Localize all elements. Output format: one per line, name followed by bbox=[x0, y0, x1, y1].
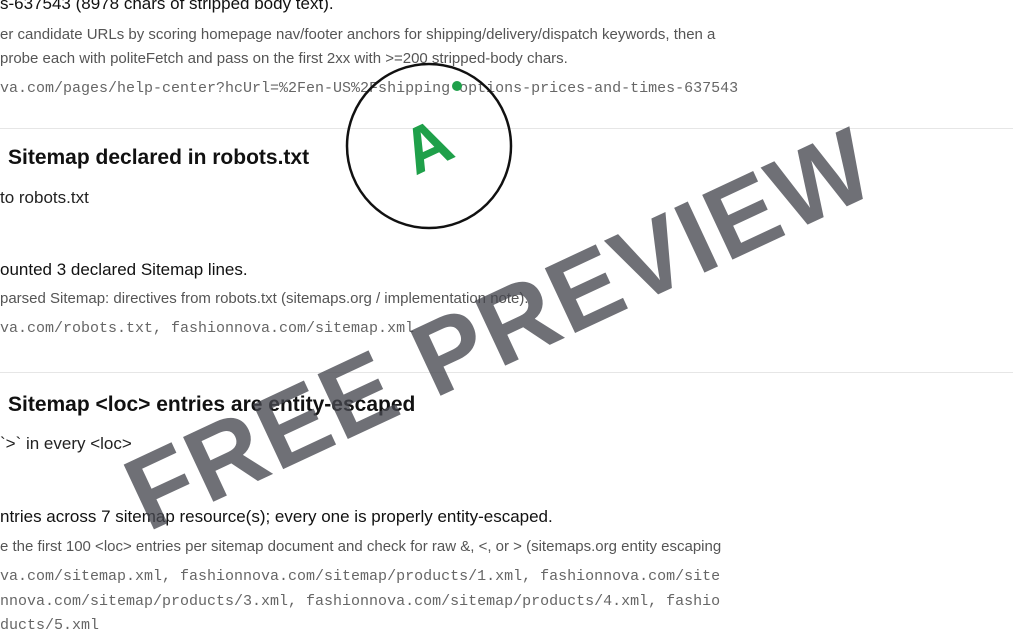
check-note-sitemap-escaped: e the first 100 <loc> entries per sitema… bbox=[0, 538, 722, 555]
check-subtitle-sitemap-robots: to robots.txt bbox=[0, 188, 89, 207]
check-evidence-sitemap-escaped-line3[interactable]: ducts/5.xml bbox=[0, 617, 99, 634]
check-title-sitemap-escaped: Sitemap <loc> entries are entity-escaped bbox=[8, 393, 416, 416]
shipping-check-note-line1: er candidate URLs by scoring homepage na… bbox=[0, 26, 716, 43]
section-divider bbox=[0, 128, 1013, 129]
section-divider bbox=[0, 372, 1013, 373]
check-evidence-sitemap-robots[interactable]: va.com/robots.txt, fashionnova.com/sitem… bbox=[0, 320, 414, 337]
check-note-sitemap-robots: parsed Sitemap: directives from robots.t… bbox=[0, 290, 529, 307]
shipping-check-result: s-637543 (8978 chars of stripped body te… bbox=[0, 0, 334, 13]
check-evidence-sitemap-escaped-line2[interactable]: nnova.com/sitemap/products/3.xml, fashio… bbox=[0, 593, 720, 610]
check-title-sitemap-robots: Sitemap declared in robots.txt bbox=[8, 146, 310, 169]
check-result-sitemap-escaped: ntries across 7 sitemap resource(s); eve… bbox=[0, 507, 553, 526]
check-subtitle-sitemap-escaped: `>` in every <loc> bbox=[0, 434, 132, 453]
shipping-check-evidence[interactable]: va.com/pages/help-center?hcUrl=%2Fen-US%… bbox=[0, 80, 738, 97]
shipping-check-note-line2: probe each with politeFetch and pass on … bbox=[0, 50, 568, 67]
check-result-sitemap-robots: ounted 3 declared Sitemap lines. bbox=[0, 260, 248, 279]
grade-letter: A bbox=[391, 104, 463, 189]
check-evidence-sitemap-escaped-line1[interactable]: va.com/sitemap.xml, fashionnova.com/site… bbox=[0, 568, 720, 585]
